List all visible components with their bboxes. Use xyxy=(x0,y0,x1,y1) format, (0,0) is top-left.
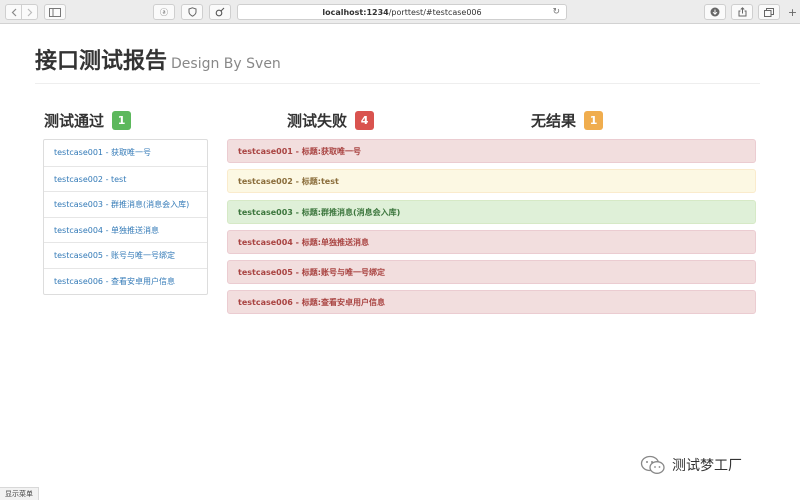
download-icon xyxy=(710,7,720,17)
tool-extension-button[interactable] xyxy=(209,4,231,20)
wechat-icon xyxy=(640,455,665,474)
failed-heading: 测试失败 4 xyxy=(287,108,375,132)
shield-extension-button[interactable] xyxy=(181,4,203,20)
page-subtitle: Design By Sven xyxy=(171,56,281,72)
back-button[interactable] xyxy=(5,4,22,20)
status-bar: 显示菜单 xyxy=(0,487,39,500)
browser-toolbar: ⓐ localhost:1234/porttest/#testcase006 ↻… xyxy=(0,0,800,24)
url-path: /porttest/#testcase006 xyxy=(388,7,482,17)
list-item[interactable]: testcase004 - 单独推送消息 xyxy=(44,216,207,243)
list-item[interactable]: testcase002 - test xyxy=(44,165,207,192)
noresult-heading-label: 无结果 xyxy=(531,111,577,130)
result-item[interactable]: testcase003 - 标题:群推消息(消息会入库) xyxy=(227,199,756,224)
result-item[interactable]: testcase004 - 标题:单独推送消息 xyxy=(227,229,756,254)
passed-testcase-list: testcase001 - 获取唯一号 testcase002 - test t… xyxy=(43,139,208,295)
share-button[interactable] xyxy=(731,4,753,20)
watermark: 测试梦工厂 xyxy=(640,453,742,477)
url-host: localhost:1234 xyxy=(322,7,389,17)
tool-icon xyxy=(215,7,225,17)
page-header: 接口测试报告 Design By Sven xyxy=(35,48,760,84)
sidebar-button[interactable] xyxy=(44,4,66,20)
failed-count-badge: 4 xyxy=(355,110,375,130)
failed-heading-label: 测试失败 xyxy=(287,111,348,130)
tabs-overview-button[interactable] xyxy=(758,4,780,20)
tabs-icon xyxy=(764,7,774,17)
passed-heading-label: 测试通过 xyxy=(44,111,105,130)
url-text: localhost:1234/porttest/#testcase006 xyxy=(322,8,481,17)
result-item[interactable]: testcase002 - 标题:test xyxy=(227,169,756,194)
passed-count-badge: 1 xyxy=(112,110,132,130)
reload-icon[interactable]: ↻ xyxy=(552,7,560,17)
list-item[interactable]: testcase003 - 群推消息(消息会入库) xyxy=(44,191,207,217)
share-icon xyxy=(738,7,746,17)
new-tab-button[interactable]: + xyxy=(785,4,800,20)
page-title-text: 接口测试报告 xyxy=(35,49,168,74)
passed-heading: 测试通过 1 xyxy=(44,108,132,132)
address-bar[interactable]: localhost:1234/porttest/#testcase006 ↻ xyxy=(237,4,567,20)
chevron-left-icon xyxy=(11,8,16,16)
noresult-heading: 无结果 1 xyxy=(531,108,604,132)
watermark-text: 测试梦工厂 xyxy=(672,458,742,474)
result-item[interactable]: testcase001 - 标题:获取唯一号 xyxy=(227,139,756,163)
result-item[interactable]: testcase006 - 标题:查看安卓用户信息 xyxy=(227,290,756,315)
shield-icon xyxy=(188,7,196,17)
downloads-button[interactable] xyxy=(704,4,726,20)
plus-icon: + xyxy=(787,5,798,19)
result-list: testcase001 - 标题:获取唯一号 testcase002 - 标题:… xyxy=(227,139,756,321)
result-item[interactable]: testcase005 - 标题:账号与唯一号绑定 xyxy=(227,260,756,285)
list-item[interactable]: testcase006 - 查看安卓用户信息 xyxy=(44,267,207,294)
chevron-right-icon xyxy=(27,8,32,16)
list-item[interactable]: testcase001 - 获取唯一号 xyxy=(44,140,207,166)
forward-button[interactable] xyxy=(21,4,38,20)
extension-icon: ⓐ xyxy=(160,7,168,17)
list-item[interactable]: testcase005 - 账号与唯一号绑定 xyxy=(44,242,207,268)
page-title: 接口测试报告 Design By Sven xyxy=(35,48,760,78)
noresult-count-badge: 1 xyxy=(584,110,604,130)
sidebar-icon xyxy=(49,7,61,17)
extension-button[interactable]: ⓐ xyxy=(153,4,175,20)
